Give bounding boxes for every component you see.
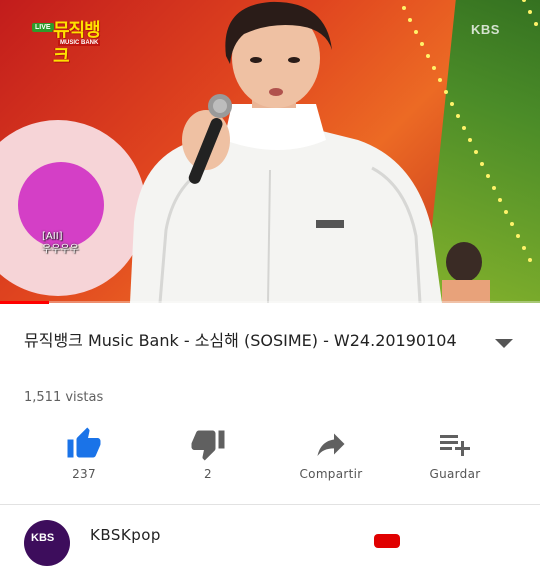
dislike-button[interactable]: 2	[153, 420, 263, 490]
view-count: 1,511 vistas	[24, 390, 104, 405]
live-badge: LIVE	[32, 23, 54, 32]
channel-avatar[interactable]: KBS	[24, 520, 70, 566]
youtube-play-icon	[374, 534, 400, 548]
divider	[0, 504, 540, 505]
video-title: 뮤직뱅크 Music Bank - 소심해 (SOSIME) - W24.201…	[24, 331, 457, 350]
video-subtitle: [AII] 우우우우	[42, 230, 79, 256]
channel-avatar-text: KBS	[31, 532, 55, 544]
save-button[interactable]: Guardar	[400, 420, 510, 490]
save-label: Guardar	[429, 467, 481, 481]
share-label: Compartir	[299, 467, 363, 481]
subtitle-line: 우우우우	[42, 244, 79, 255]
share-arrow-icon	[317, 433, 345, 456]
playlist-add-icon	[440, 435, 470, 456]
show-logo-subtext: MUSIC BANK	[58, 40, 101, 46]
subtitle-line: [AII]	[42, 231, 63, 242]
channel-name[interactable]: KBSKpop	[90, 526, 161, 544]
progress-track[interactable]	[0, 301, 540, 304]
show-logo: LIVE 뮤직뱅크 MUSIC BANK	[28, 18, 108, 67]
thumbs-up-icon	[67, 427, 101, 458]
expand-description-icon[interactable]	[494, 338, 514, 350]
like-count: 237	[72, 467, 96, 481]
video-player[interactable]: LIVE 뮤직뱅크 MUSIC BANK KBS [AII] 우우우우	[0, 0, 540, 303]
performer	[130, 1, 442, 303]
thumbs-down-icon	[191, 430, 225, 461]
progress-fill[interactable]	[0, 301, 49, 304]
broadcaster-watermark: KBS	[471, 22, 500, 37]
share-button[interactable]: Compartir	[276, 420, 386, 490]
subscribe-button[interactable]	[374, 530, 524, 550]
action-bar: 237 2 Compartir Guardar	[0, 420, 540, 490]
dislike-count: 2	[204, 467, 212, 481]
like-button[interactable]: 237	[29, 420, 139, 490]
